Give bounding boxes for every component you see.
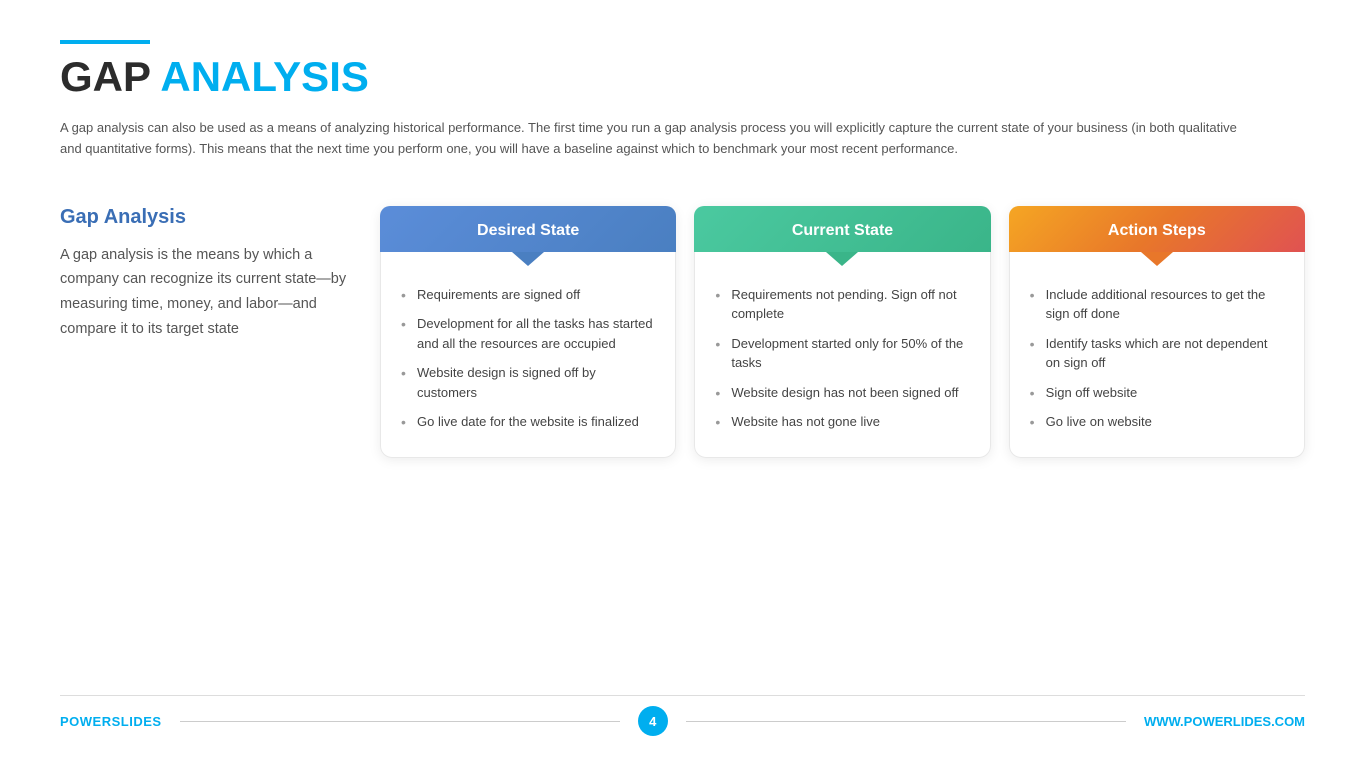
slide-header: GAP ANALYSIS A gap analysis can also be …	[60, 40, 1305, 160]
cards-area: Desired State Requirements are signed of…	[380, 206, 1305, 458]
desired-state-title: Desired State	[477, 222, 579, 239]
desired-state-list: Requirements are signed off Development …	[401, 280, 655, 437]
left-panel-text: A gap analysis is the means by which a c…	[60, 243, 350, 342]
action-steps-title: Action Steps	[1108, 222, 1206, 239]
slide-description: A gap analysis can also be used as a mea…	[60, 118, 1260, 160]
brand-blue: SLIDES	[112, 714, 162, 729]
footer-website: WWW.POWERLIDES.COM	[1144, 714, 1305, 729]
list-item: Go live date for the website is finalize…	[401, 407, 655, 437]
list-item: Requirements are signed off	[401, 280, 655, 310]
current-state-title: Current State	[792, 222, 893, 239]
action-steps-list: Include additional resources to get the …	[1030, 280, 1284, 437]
footer-brand: POWERSLIDES	[60, 714, 162, 729]
list-item: Include additional resources to get the …	[1030, 280, 1284, 329]
action-steps-card: Action Steps Include additional resource…	[1009, 206, 1305, 458]
left-panel-title: Gap Analysis	[60, 206, 350, 229]
desired-state-body: Requirements are signed off Development …	[380, 252, 676, 458]
desired-state-arrow	[512, 252, 544, 266]
list-item: Website design has not been signed off	[715, 378, 969, 408]
slide-footer: POWERSLIDES 4 WWW.POWERLIDES.COM	[60, 695, 1305, 736]
title-black: GAP	[60, 53, 160, 100]
desired-state-card: Desired State Requirements are signed of…	[380, 206, 676, 458]
list-item: Website has not gone live	[715, 407, 969, 437]
footer-page-number: 4	[638, 706, 668, 736]
list-item: Identify tasks which are not dependent o…	[1030, 329, 1284, 378]
current-state-header: Current State	[694, 206, 990, 252]
slide: GAP ANALYSIS A gap analysis can also be …	[0, 0, 1365, 766]
left-panel: Gap Analysis A gap analysis is the means…	[60, 206, 380, 342]
list-item: Website design is signed off by customer…	[401, 358, 655, 407]
current-state-body: Requirements not pending. Sign off not c…	[694, 252, 990, 458]
list-item: Go live on website	[1030, 407, 1284, 437]
action-steps-header: Action Steps	[1009, 206, 1305, 252]
action-steps-arrow	[1141, 252, 1173, 266]
desired-state-header: Desired State	[380, 206, 676, 252]
list-item: Requirements not pending. Sign off not c…	[715, 280, 969, 329]
slide-title: GAP ANALYSIS	[60, 54, 1305, 100]
list-item: Sign off website	[1030, 378, 1284, 408]
brand-black: POWER	[60, 714, 112, 729]
current-state-arrow	[826, 252, 858, 266]
list-item: Development started only for 50% of the …	[715, 329, 969, 378]
list-item: Development for all the tasks has starte…	[401, 309, 655, 358]
title-blue: ANALYSIS	[160, 53, 369, 100]
header-accent-line	[60, 40, 150, 44]
footer-right-line	[686, 721, 1126, 722]
current-state-list: Requirements not pending. Sign off not c…	[715, 280, 969, 437]
footer-left-line	[180, 721, 620, 722]
current-state-card: Current State Requirements not pending. …	[694, 206, 990, 458]
main-content: Gap Analysis A gap analysis is the means…	[60, 206, 1305, 685]
action-steps-body: Include additional resources to get the …	[1009, 252, 1305, 458]
